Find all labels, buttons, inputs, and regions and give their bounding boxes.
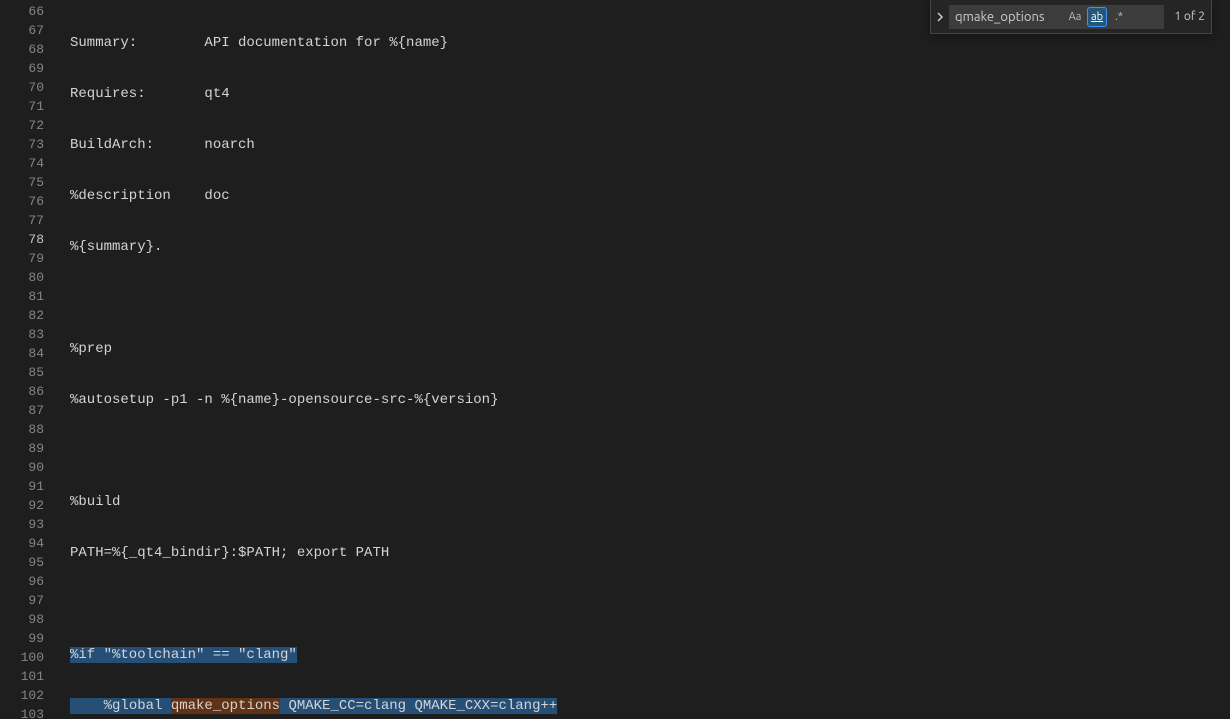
match-case-toggle[interactable]: Aa — [1065, 7, 1085, 27]
selected-text: %if "%toolchain" == "clang" — [70, 647, 297, 663]
code-line[interactable]: ····%global qmake_options QMAKE_CC=clang… — [70, 697, 1230, 716]
line-number: 72 — [0, 116, 62, 135]
line-number: 84 — [0, 344, 62, 363]
line-number: 66 — [0, 2, 62, 21]
line-number: 67 — [0, 21, 62, 40]
search-match: qmake_options — [171, 698, 280, 714]
line-number: 91 — [0, 477, 62, 496]
code-line[interactable]: Summary: API documentation for %{name} — [70, 34, 1230, 53]
find-widget: Aa ab .* 1 of 2 — [930, 0, 1212, 34]
line-number: 100 — [0, 648, 62, 667]
line-number: 101 — [0, 667, 62, 686]
line-number: 79 — [0, 249, 62, 268]
line-number: 78 — [0, 230, 62, 249]
line-number: 102 — [0, 686, 62, 705]
code-line[interactable] — [70, 442, 1230, 461]
find-toggle-replace[interactable] — [931, 0, 949, 33]
line-number: 92 — [0, 496, 62, 515]
code-line[interactable]: %build — [70, 493, 1230, 512]
selected-text: ····%global — [70, 698, 171, 714]
line-number-gutter: 6667686970717273747576777879808182838485… — [0, 0, 62, 719]
chevron-right-icon — [934, 11, 946, 23]
line-number: 83 — [0, 325, 62, 344]
code-line[interactable]: %description doc — [70, 187, 1230, 206]
line-number: 81 — [0, 287, 62, 306]
line-number: 85 — [0, 363, 62, 382]
line-number: 103 — [0, 705, 62, 719]
code-line[interactable] — [70, 595, 1230, 614]
line-number: 71 — [0, 97, 62, 116]
whitespace-dots: ···· — [70, 698, 104, 714]
line-number: 86 — [0, 382, 62, 401]
find-result-count: 1 of 2 — [1168, 10, 1211, 23]
line-number: 98 — [0, 610, 62, 629]
line-number: 90 — [0, 458, 62, 477]
code-line[interactable]: Requires: qt4 — [70, 85, 1230, 104]
code-area[interactable]: 6667686970717273747576777879808182838485… — [0, 0, 1230, 719]
code-line[interactable]: %prep — [70, 340, 1230, 359]
code-line[interactable]: %{summary}. — [70, 238, 1230, 257]
line-number: 96 — [0, 572, 62, 591]
line-number: 73 — [0, 135, 62, 154]
line-number: 93 — [0, 515, 62, 534]
code-line[interactable]: %if "%toolchain" == "clang" — [70, 646, 1230, 665]
line-number: 70 — [0, 78, 62, 97]
selected-text: QMAKE_CC=clang QMAKE_CXX=clang++ — [280, 698, 557, 714]
line-number: 75 — [0, 173, 62, 192]
match-whole-word-toggle[interactable]: ab — [1087, 7, 1107, 27]
code-line[interactable]: BuildArch: noarch — [70, 136, 1230, 155]
line-number: 88 — [0, 420, 62, 439]
line-number: 68 — [0, 40, 62, 59]
vertical-scrollbar[interactable] — [1216, 0, 1230, 719]
line-number: 87 — [0, 401, 62, 420]
line-number: 76 — [0, 192, 62, 211]
use-regex-toggle[interactable]: .* — [1109, 7, 1129, 27]
editor-root: 6667686970717273747576777879808182838485… — [0, 0, 1230, 719]
code-line[interactable]: %autosetup -p1 -n %{name}-opensource-src… — [70, 391, 1230, 410]
find-input-container: Aa ab .* — [949, 5, 1164, 29]
line-number: 89 — [0, 439, 62, 458]
line-number: 97 — [0, 591, 62, 610]
line-number: 69 — [0, 59, 62, 78]
line-number: 74 — [0, 154, 62, 173]
line-number: 94 — [0, 534, 62, 553]
find-options: Aa ab .* — [1065, 7, 1131, 27]
line-number: 95 — [0, 553, 62, 572]
line-number: 80 — [0, 268, 62, 287]
find-input[interactable] — [955, 10, 1065, 24]
line-number: 77 — [0, 211, 62, 230]
code-lines[interactable]: Summary: API documentation for %{name} R… — [62, 0, 1230, 719]
code-line[interactable] — [70, 289, 1230, 308]
line-number: 99 — [0, 629, 62, 648]
code-line[interactable]: PATH=%{_qt4_bindir}:$PATH; export PATH — [70, 544, 1230, 563]
line-number: 82 — [0, 306, 62, 325]
